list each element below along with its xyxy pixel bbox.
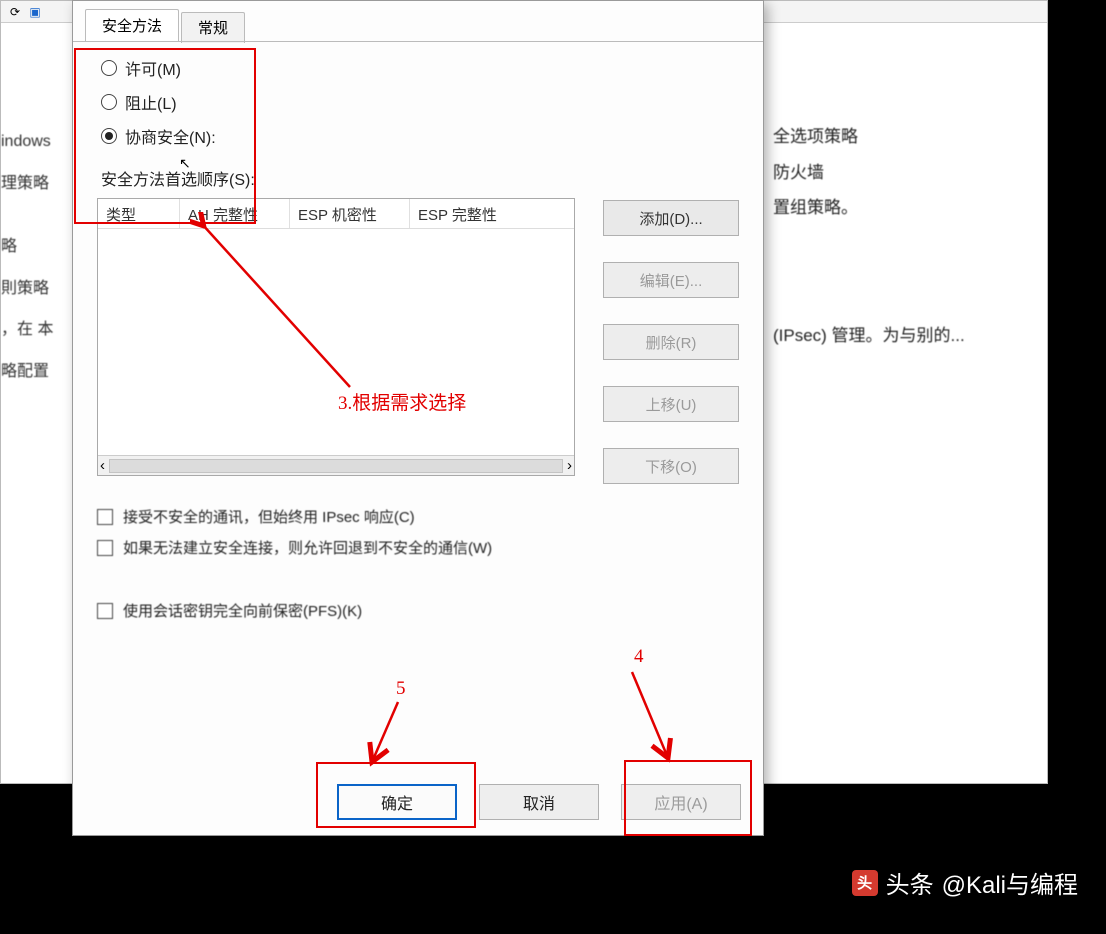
checkbox-icon [97,509,113,525]
watermark-handle: @Kali与编程 [942,865,1078,900]
background-left-text: indows 理策略 略 則策略 ，在 本 略配置 [1,121,73,393]
list-body[interactable] [98,229,574,455]
background-right-text: 全选项策略 防火墙 置组策略。 (IPsec) 管理。为与别的... [773,119,1033,354]
radio-label: 阻止(L) [125,90,177,114]
checkbox-label: 如果无法建立安全连接，则允许回退到不安全的通信(W) [123,537,492,558]
radio-label: 许可(M) [125,56,181,80]
radio-block[interactable]: 阻止(L) [101,90,739,114]
tab-general[interactable]: 常规 [181,12,245,43]
col-esp-integrity[interactable]: ESP 完整性 [410,199,574,228]
checkbox-icon [97,603,113,619]
remove-button[interactable]: 删除(R) [603,324,739,360]
watermark-brand: 头条 [886,865,934,900]
ok-button[interactable]: 确定 [337,784,457,820]
watermark: 头 头条 @Kali与编程 [852,865,1078,900]
apply-button[interactable]: 应用(A) [621,784,741,820]
dialog-button-bar: 确定 取消 应用(A) [73,767,763,835]
scroll-thumb[interactable] [109,459,563,473]
col-esp-confidentiality[interactable]: ESP 机密性 [290,199,410,228]
radio-icon [101,128,117,144]
list-header: 类型 AH 完整性 ESP 机密性 ESP 完整性 [98,199,574,229]
checkbox-label: 接受不安全的通讯，但始终用 IPsec 响应(C) [123,506,415,527]
radio-label: 协商安全(N): [125,124,216,148]
refresh-icon: ⟳ [7,4,23,20]
tab-security-methods[interactable]: 安全方法 [85,9,179,42]
radio-icon [101,60,117,76]
dialog-tabstrip: 安全方法 常规 [73,1,763,41]
action-radio-group: 许可(M) 阻止(L) 协商安全(N): [101,56,739,148]
radio-permit[interactable]: 许可(M) [101,56,739,80]
col-type[interactable]: 类型 [98,199,180,228]
checkbox-pfs[interactable]: 使用会话密钥完全向前保密(PFS)(K) [97,600,739,621]
col-ah-integrity[interactable]: AH 完整性 [180,199,290,228]
tab-content: 许可(M) 阻止(L) 协商安全(N): ↖ 安全方法首选顺序(S): 类型 A… [73,41,763,767]
scroll-left-icon[interactable]: ‹ [100,457,105,474]
cancel-button[interactable]: 取消 [479,784,599,820]
radio-icon [101,94,117,110]
move-down-button[interactable]: 下移(O) [603,448,739,484]
list-horizontal-scrollbar[interactable]: ‹ › [98,455,574,475]
toutiao-logo-icon: 头 [852,870,878,896]
security-methods-list[interactable]: 类型 AH 完整性 ESP 机密性 ESP 完整性 ‹ › [97,198,575,476]
add-button[interactable]: 添加(D)... [603,200,739,236]
list-side-buttons: 添加(D)... 编辑(E)... 删除(R) 上移(U) 下移(O) [603,198,739,484]
checkbox-icon [97,540,113,556]
security-methods-dialog: 安全方法 常规 许可(M) 阻止(L) 协商安全(N): ↖ 安全方法首选顺序(… [72,0,764,836]
edit-button[interactable]: 编辑(E)... [603,262,739,298]
move-up-button[interactable]: 上移(U) [603,386,739,422]
checkbox-allow-fallback[interactable]: 如果无法建立安全连接，则允许回退到不安全的通信(W) [97,537,739,558]
scroll-right-icon[interactable]: › [567,457,572,474]
square-icon: ▣ [27,4,43,20]
radio-negotiate-security[interactable]: 协商安全(N): [101,124,739,148]
preference-order-label: 安全方法首选顺序(S): [101,166,739,190]
checkbox-accept-unsecured[interactable]: 接受不安全的通讯，但始终用 IPsec 响应(C) [97,506,739,527]
checkbox-label: 使用会话密钥完全向前保密(PFS)(K) [123,600,362,621]
